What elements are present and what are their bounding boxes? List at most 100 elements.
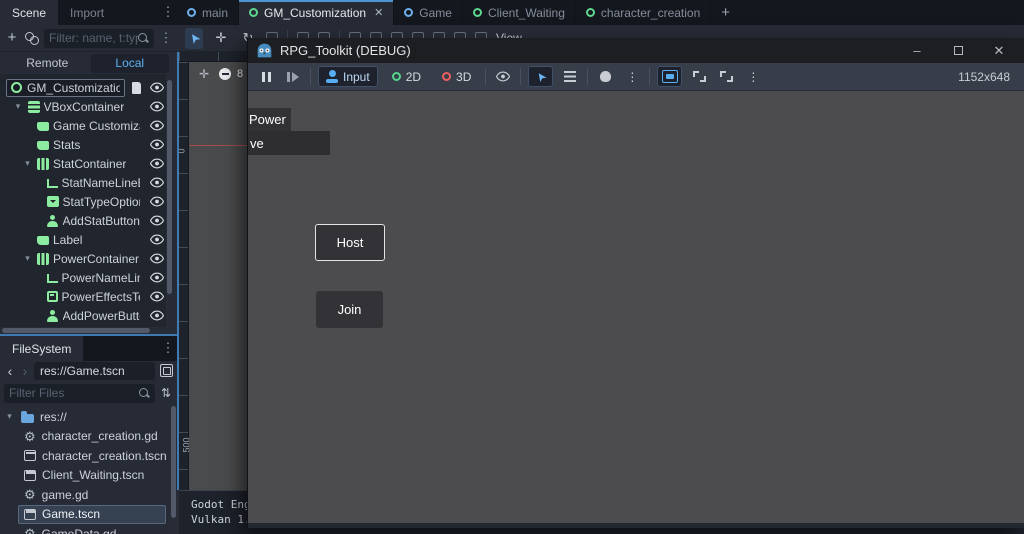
visibility-eye-icon[interactable] <box>148 120 166 131</box>
scene-tab-client_waiting[interactable]: Client_Waiting <box>463 0 576 25</box>
save-button[interactable]: ve <box>248 131 330 155</box>
scene-tree-node[interactable]: ▾VBoxContainer <box>0 97 166 116</box>
file-row[interactable]: ⚙game.gd <box>0 485 170 505</box>
visibility-eye-icon[interactable] <box>148 158 166 169</box>
join-button[interactable]: Join <box>316 291 383 328</box>
fs-filter-input[interactable]: Filter Files <box>4 384 155 403</box>
fs-path-input[interactable]: res://Game.tscn <box>34 362 155 380</box>
scrollbar-thumb[interactable] <box>167 80 172 294</box>
scene-dock-toolbar: + Filter: name, t:type, ⋮ <box>0 25 177 52</box>
instance-scene-link-icon[interactable] <box>25 32 39 45</box>
scene-tab-gm_customization[interactable]: GM_Customization✕ <box>239 0 394 25</box>
file-row[interactable]: ⚙character_creation.gd <box>0 427 170 447</box>
scene-tree-node[interactable]: Label <box>0 230 166 249</box>
scene-tree-node[interactable]: AddStatButton <box>0 211 166 230</box>
input-mode-button[interactable]: Input <box>318 66 378 87</box>
collapse-arrow-icon[interactable]: ▾ <box>22 253 33 264</box>
collapse-arrow-icon[interactable]: ▾ <box>13 101 24 112</box>
select-list-icon[interactable] <box>560 66 580 87</box>
sort-files-icon[interactable]: ⇅ <box>159 386 173 400</box>
scene-tab-main[interactable]: main <box>177 0 239 25</box>
local-button[interactable]: Local <box>91 54 170 73</box>
zoom-percent-label[interactable]: 8 <box>237 68 243 80</box>
visibility-eye-icon[interactable] <box>148 253 166 264</box>
scene-tree-horizontal-scrollbar[interactable] <box>0 327 177 334</box>
visibility-eye-icon[interactable] <box>148 82 166 93</box>
visibility-eye-icon[interactable] <box>148 234 166 245</box>
file-row[interactable]: ▾res:// <box>0 407 170 427</box>
menu-dots-icon[interactable]: ⋮ <box>743 66 763 87</box>
scene-tree-node[interactable]: AddPowerButton <box>0 306 166 325</box>
file-row[interactable]: character_creation.tscn <box>0 446 170 466</box>
visibility-eye-icon[interactable] <box>494 71 512 82</box>
center-view-icon[interactable]: ✛ <box>199 67 209 81</box>
fullscreen-icon[interactable] <box>716 66 736 87</box>
mode-3d-button[interactable]: 3D <box>435 66 478 87</box>
scene-root-name-box[interactable]: GM_Customization <box>6 79 125 97</box>
window-resize-border[interactable] <box>248 523 1024 528</box>
tab-scene[interactable]: Scene <box>0 0 58 25</box>
scene-tree-node[interactable]: ▾StatContainer <box>0 154 166 173</box>
hand-icon[interactable] <box>595 66 615 87</box>
add-scene-tab-button[interactable]: + <box>711 0 740 25</box>
history-back-icon[interactable]: ‹ <box>4 365 16 377</box>
file-row[interactable]: Game.tscn <box>0 505 170 525</box>
scene-filter-input[interactable]: Filter: name, t:type, <box>44 29 154 48</box>
eye-icon[interactable] <box>493 66 513 87</box>
visibility-eye-icon[interactable] <box>148 272 166 283</box>
visibility-eye-icon[interactable] <box>148 177 166 188</box>
visibility-eye-icon[interactable] <box>148 139 166 150</box>
remote-button[interactable]: Remote <box>8 54 87 73</box>
window-titlebar[interactable]: RPG_Toolkit (DEBUG) – ✕ <box>248 38 1024 63</box>
visibility-eye-icon[interactable] <box>148 291 166 302</box>
maximize-button[interactable] <box>941 43 975 58</box>
file-row[interactable]: ⚙GameData.gd <box>0 524 170 534</box>
dock-menu-dots-icon[interactable]: ⋮ <box>161 4 175 20</box>
history-forward-icon[interactable]: › <box>19 365 31 377</box>
scene-tree-root-row[interactable]: GM_Customization <box>0 78 166 97</box>
scene-tree-node[interactable]: StatTypeOptionButto <box>0 192 166 211</box>
filesystem-vertical-scrollbar[interactable] <box>170 404 177 534</box>
mode-2d-button[interactable]: 2D <box>385 66 428 87</box>
next-frame-icon[interactable] <box>283 66 303 87</box>
scene-tab-game[interactable]: Game <box>394 0 463 25</box>
file-row[interactable]: Client_Waiting.tscn <box>0 466 170 486</box>
scene-tree-node[interactable]: PowerNameLineEdit <box>0 268 166 287</box>
scene-tree-node[interactable]: ▾PowerContainer <box>0 249 166 268</box>
visibility-eye-icon[interactable] <box>148 196 166 207</box>
move-tool-icon[interactable]: ✛ <box>212 30 230 46</box>
scene-tree-node[interactable]: StatNameLineEdit <box>0 173 166 192</box>
pause-icon[interactable] <box>256 66 276 87</box>
select-tool-icon[interactable]: ➤ <box>185 28 203 49</box>
menu-dots-icon[interactable]: ⋮ <box>622 66 642 87</box>
add-node-icon[interactable]: + <box>4 31 20 45</box>
camera-override-button[interactable] <box>657 66 682 87</box>
tab-filesystem[interactable]: FileSystem <box>0 336 83 361</box>
filesystem-menu-dots-icon[interactable]: ⋮ <box>161 340 175 356</box>
zoom-out-icon[interactable] <box>219 68 231 80</box>
tab-import[interactable]: Import <box>58 0 116 25</box>
minimize-button[interactable]: – <box>900 43 934 58</box>
scene-menu-dots-icon[interactable]: ⋮ <box>159 30 173 46</box>
scene-tree-node[interactable]: PowerEffectsTextEdit <box>0 287 166 306</box>
visibility-eye-icon[interactable] <box>148 101 166 112</box>
collapse-arrow-icon[interactable]: ▾ <box>4 411 15 422</box>
split-view-icon[interactable] <box>160 364 173 377</box>
close-button[interactable]: ✕ <box>982 43 1016 59</box>
scene-tree-node[interactable]: Stats <box>0 135 166 154</box>
power-button[interactable]: Power <box>248 108 291 131</box>
scrollbar-thumb[interactable] <box>2 328 150 333</box>
select-mode-button[interactable]: ➤ <box>528 66 553 87</box>
visibility-eye-icon[interactable] <box>148 310 166 321</box>
fit-window-icon[interactable] <box>689 66 709 87</box>
scene-tree-vertical-scrollbar[interactable] <box>166 78 173 327</box>
scrollbar-thumb[interactable] <box>171 406 176 518</box>
scene-tab-character_creation[interactable]: character_creation <box>576 0 711 25</box>
scene-tree-node[interactable]: Game Customization <box>0 116 166 135</box>
dock-splitter-vertical[interactable] <box>177 52 179 490</box>
visibility-eye-icon[interactable] <box>148 215 166 226</box>
host-button[interactable]: Host <box>315 224 385 261</box>
close-tab-icon[interactable]: ✕ <box>374 6 383 19</box>
attached-script-icon[interactable] <box>132 82 141 94</box>
collapse-arrow-icon[interactable]: ▾ <box>22 158 33 169</box>
